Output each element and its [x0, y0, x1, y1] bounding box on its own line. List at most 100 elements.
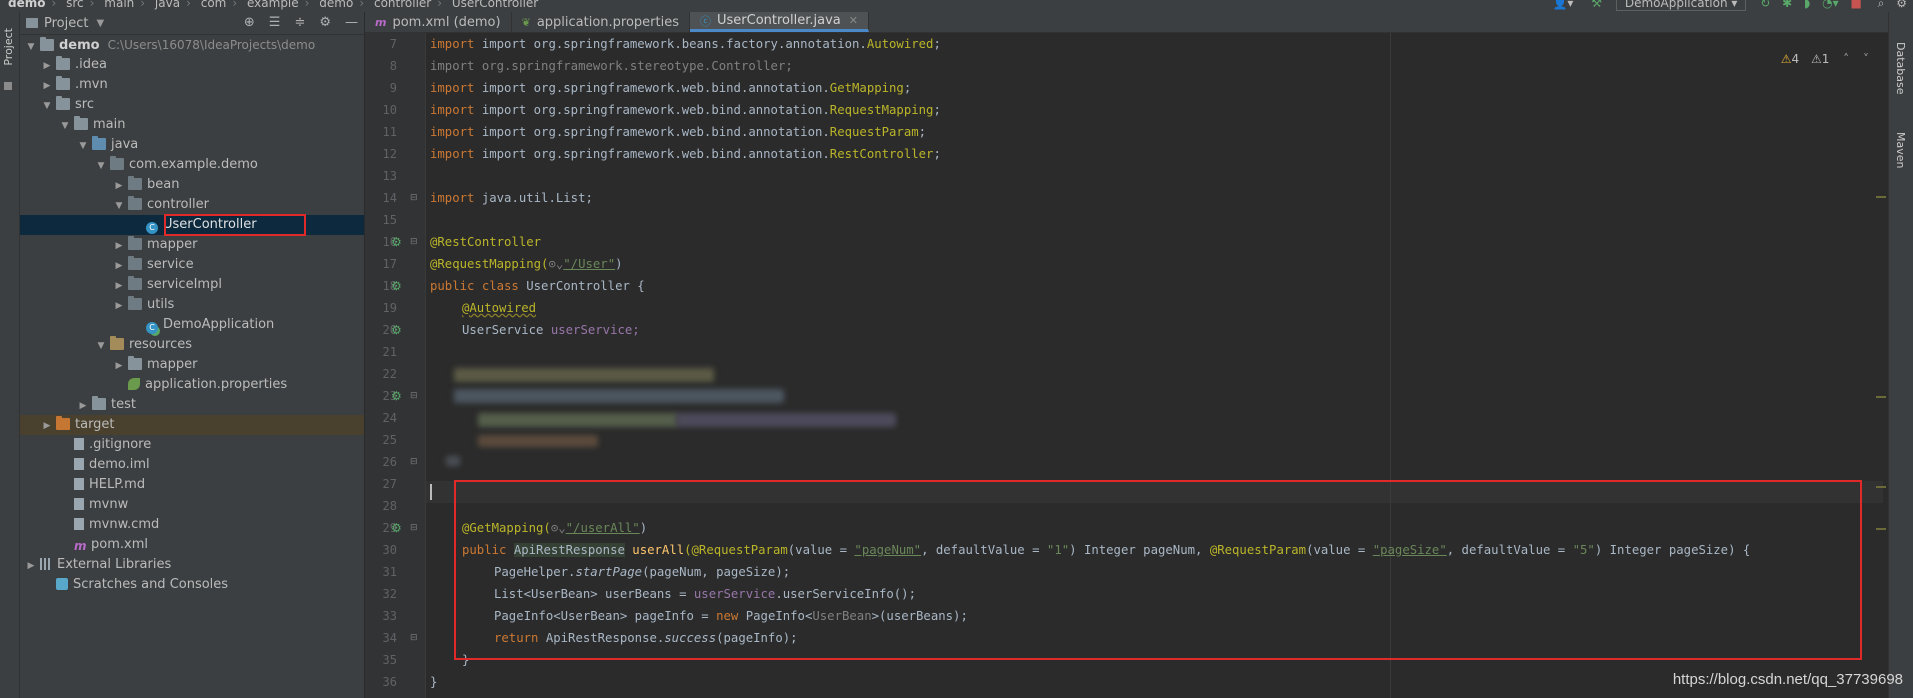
spring-bean-gutter-icon[interactable]: ⚙ — [391, 385, 402, 407]
inspection-widget[interactable]: ⚠4 ⚠1 ˄ ˅ — [1781, 52, 1869, 66]
breadcrumb-item[interactable]: example — [247, 0, 299, 10]
tab-usercontroller[interactable]: ⓒ UserController.java ✕ — [690, 12, 869, 32]
fold-icon[interactable]: ⊟ — [410, 385, 418, 407]
tree-item-serviceimpl[interactable]: ▶ serviceImpl — [20, 275, 364, 295]
breadcrumb-item[interactable]: demo — [319, 0, 353, 10]
code-line-34: } — [462, 653, 470, 667]
tree-item-main[interactable]: ▼ main — [20, 115, 364, 135]
tree-item-demoapplication[interactable]: ▶CDemoApplication — [20, 315, 364, 335]
fold-icon[interactable]: ⊟ — [410, 451, 418, 473]
chevron-up-icon[interactable]: ˄ — [1843, 52, 1849, 66]
profile-icon[interactable]: ◔▾ — [1822, 0, 1839, 10]
breadcrumb-item[interactable]: controller — [374, 0, 431, 10]
tree-item-gitignore[interactable]: ▶.gitignore — [20, 435, 364, 455]
tree-item-application-properties[interactable]: ▶application.properties — [20, 375, 364, 395]
fold-icon[interactable]: ⊟ — [410, 231, 418, 253]
build-hammer-icon[interactable]: ⚒ — [1591, 0, 1602, 10]
code-line-16: @RestController — [430, 235, 542, 249]
database-tool-button[interactable]: Database — [1894, 42, 1907, 95]
maven-tool-button[interactable]: Maven — [1894, 132, 1907, 168]
tree-item-test[interactable]: ▶ test — [20, 395, 364, 415]
tree-item-external-libraries[interactable]: ▶ External Libraries — [20, 555, 364, 575]
settings-icon[interactable]: ⚙ — [1896, 0, 1907, 10]
tree-item-pom[interactable]: ▶mpom.xml — [20, 535, 364, 555]
tree-item-mapper[interactable]: ▶ mapper — [20, 235, 364, 255]
run-config-select[interactable]: DemoApplication ▾ — [1615, 0, 1747, 11]
code-line-28: @GetMapping(⊙⌄"/userAll") — [462, 521, 648, 535]
locate-icon[interactable]: ⊕ — [244, 15, 255, 30]
code-line-7: import import org.springframework.beans.… — [430, 37, 941, 51]
run-icon[interactable]: ↻ — [1760, 0, 1770, 10]
code-line-11: import import org.springframework.web.bi… — [430, 125, 927, 139]
expand-all-icon[interactable]: ☰ — [269, 15, 281, 30]
file-icon — [74, 498, 84, 510]
tree-item-demo[interactable]: ▼ demo C:\Users\16078\IdeaProjects\demo — [20, 35, 364, 55]
code-line-32: PageInfo<UserBean> pageInfo = new PageIn… — [494, 609, 968, 623]
properties-leaf-icon — [128, 378, 140, 390]
tree-item-resources[interactable]: ▼ resources — [20, 335, 364, 355]
tree-item-usercontroller[interactable]: ▶CUserController — [20, 214, 364, 236]
tree-item-target[interactable]: ▶ target — [20, 415, 364, 435]
breadcrumb-item[interactable]: src — [66, 0, 84, 10]
spring-bean-gutter-icon[interactable]: ⚙ — [391, 517, 402, 539]
breadcrumb-item[interactable]: java — [155, 0, 180, 10]
hide-icon[interactable]: — — [345, 15, 358, 30]
coverage-icon[interactable]: ◗ — [1804, 0, 1810, 10]
tree-item-java[interactable]: ▼ java — [20, 135, 364, 155]
gear-icon[interactable]: ⚙ — [319, 15, 331, 30]
project-view-icon — [26, 18, 38, 28]
spring-bean-gutter-icon[interactable]: ⚙ — [391, 231, 402, 253]
tree-item-demoiml[interactable]: ▶demo.iml — [20, 455, 364, 475]
breadcrumb-item[interactable]: main — [104, 0, 134, 10]
spring-bean-gutter-icon[interactable]: ⚙ — [391, 275, 402, 297]
excluded-folder-icon — [56, 416, 70, 430]
breadcrumb-item[interactable]: demo — [8, 0, 45, 10]
breadcrumb-item[interactable]: UserController — [452, 0, 538, 10]
code-line-9: import import org.springframework.web.bi… — [430, 81, 912, 95]
user-icon[interactable]: 👤▾ — [1552, 0, 1573, 10]
project-view-select[interactable]: Project — [44, 16, 88, 31]
code-line-30: PageHelper.startPage(pageNum, pageSize); — [494, 565, 791, 579]
error-stripe-mark — [1876, 528, 1886, 530]
collapse-all-icon[interactable]: ≑ — [294, 15, 305, 30]
tree-item-scratches[interactable]: ▶Scratches and Consoles — [20, 575, 364, 595]
chevron-down-icon[interactable]: ▼ — [96, 18, 104, 29]
fold-icon[interactable]: ⊟ — [410, 187, 418, 209]
tab-application-properties[interactable]: ❦ application.properties — [512, 12, 690, 32]
line-number: 8 — [389, 59, 397, 73]
tree-item-package[interactable]: ▼ com.example.demo — [20, 155, 364, 175]
package-icon — [128, 296, 142, 310]
close-icon[interactable]: ✕ — [849, 14, 858, 27]
tree-item-src[interactable]: ▼ src — [20, 95, 364, 115]
tree-item-mvnwcmd[interactable]: ▶mvnw.cmd — [20, 515, 364, 535]
toolbar-right: 👤▾ ⚒ DemoApplication ▾ ↻ ✱ ◗ ◔▾ ■ ⌕ ⚙ — [1552, 0, 1907, 11]
line-number: 7 — [389, 37, 397, 51]
tab-pom[interactable]: m pom.xml (demo) — [365, 12, 512, 32]
tree-item-mvn[interactable]: ▶ .mvn — [20, 75, 364, 95]
stop-icon[interactable]: ■ — [1851, 0, 1862, 10]
tree-item-service[interactable]: ▶ service — [20, 255, 364, 275]
line-number: 13 — [382, 169, 397, 183]
tree-item-help[interactable]: ▶HELP.md — [20, 475, 364, 495]
code-line-8: import org.springframework.stereotype.Co… — [430, 59, 793, 73]
tree-item-res-mapper[interactable]: ▶ mapper — [20, 355, 364, 375]
structure-icon[interactable] — [4, 82, 12, 90]
chevron-down-icon[interactable]: ˅ — [1863, 52, 1869, 66]
fold-icon[interactable]: ⊟ — [410, 517, 418, 539]
code-editor[interactable]: import import org.springframework.beans.… — [426, 33, 1883, 698]
tree-item-utils[interactable]: ▶ utils — [20, 295, 364, 315]
search-icon[interactable]: ⌕ — [1878, 0, 1885, 10]
text-cursor — [430, 484, 432, 500]
spring-bean-gutter-icon[interactable]: ⚙ — [391, 319, 402, 341]
tree-item-idea[interactable]: ▶ .idea — [20, 55, 364, 75]
tree-item-bean[interactable]: ▶ bean — [20, 175, 364, 195]
project-tool-button[interactable]: Project — [2, 28, 15, 66]
breadcrumb-item[interactable]: com — [201, 0, 227, 10]
debug-icon[interactable]: ✱ — [1782, 0, 1792, 10]
tree-item-controller[interactable]: ▼ controller — [20, 195, 364, 215]
redacted-region — [446, 456, 460, 466]
file-icon — [74, 518, 84, 530]
line-number: 10 — [382, 103, 397, 117]
tree-item-mvnw[interactable]: ▶mvnw — [20, 495, 364, 515]
fold-icon[interactable]: ⊟ — [410, 627, 418, 649]
